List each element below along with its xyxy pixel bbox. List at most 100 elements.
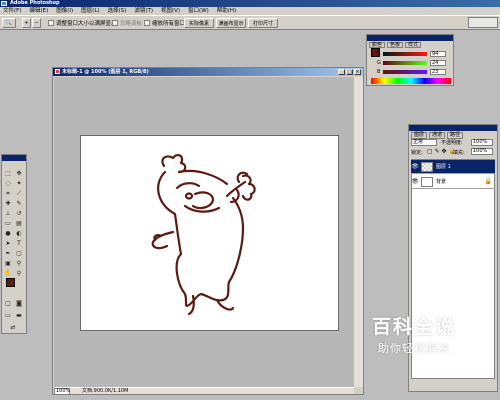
jump-to-imageready-icon[interactable]: ⇄ [8,323,18,332]
gradient-tool-icon[interactable]: ▤ [14,219,24,228]
menu-layer[interactable]: 图层(L) [81,7,99,15]
blue-slider[interactable] [383,70,427,74]
document-title-bar[interactable]: 未标题-1 @ 100% (图层 1, RGB/8) [53,68,363,76]
green-slider[interactable] [383,61,427,65]
menu-edit[interactable]: 编辑(E) [29,7,48,15]
notes-tool-icon[interactable]: ▣ [3,259,13,268]
canvas-workspace [54,77,354,387]
tab-channels[interactable]: 通道 [429,132,446,139]
opacity-field[interactable]: 100% [471,139,493,146]
color-panel-title-bar[interactable] [367,35,453,41]
fit-on-screen-button[interactable]: 满画布显示 [216,18,246,28]
menu-filter[interactable]: 滤镜(T) [134,7,153,15]
tab-paths[interactable]: 路径 [447,132,464,139]
marquee-tool-icon[interactable]: ⬚ [3,169,13,178]
move-tool-icon[interactable]: ✥ [14,169,24,178]
fill-label: 填充: [453,150,465,156]
close-button[interactable]: × [354,69,361,75]
menu-help[interactable]: 帮助(H) [217,7,236,15]
eyedropper-tool-icon[interactable]: ⚲ [14,259,24,268]
lock-icons[interactable]: ▢ ✎ ✥ 🔒 [427,148,456,155]
tab-swatches[interactable]: 色板 [387,42,404,48]
tab-layers[interactable]: 图层 [411,132,428,139]
maximize-button[interactable]: □ [346,69,353,75]
lock-icon: 🔒 [484,178,492,185]
blue-value-field[interactable]: 23 [430,69,446,75]
type-tool-icon[interactable]: T [14,239,24,248]
blue-label: B [377,69,381,75]
layer-row-background[interactable]: 👁 背景 🔒 [411,175,495,189]
crop-tool-icon[interactable]: ⌗ [3,189,13,198]
path-selection-tool-icon[interactable]: ➤ [3,239,13,248]
minimize-button[interactable]: _ [338,69,345,75]
green-slider-row: G 24 [377,60,453,66]
status-bar: 100% 文档:900.0K/1.10M [54,387,354,395]
menu-image[interactable]: 图像(I) [56,7,73,15]
ignore-palettes-label: 忽略调板 [120,21,143,27]
actual-pixels-button[interactable]: 实际像素 [184,18,214,28]
menu-select[interactable]: 选择(S) [108,7,127,15]
eye-icon[interactable]: 👁 [411,163,419,171]
toolbox-title-bar[interactable] [2,155,26,161]
resize-windows-checkbox[interactable] [48,20,54,26]
zoom-out-icon[interactable]: − [32,18,41,28]
toolbox: ⬚ ✥ ◌ ✦ ⌗ ⟋ ✚ ✎ ⊥ ↺ ▭ ▤ ● ◐ ➤ T ✒ ▢ ▣ ⚲ … [1,154,27,334]
green-value-field[interactable]: 24 [430,60,446,66]
history-brush-tool-icon[interactable]: ↺ [14,209,24,218]
watermark-sub-text: 助你轻松解决 [378,342,450,355]
lasso-tool-icon[interactable]: ◌ [3,179,13,188]
standard-mode-icon[interactable]: ▢ [3,299,13,308]
quick-mask-mode-icon[interactable]: ◙ [14,299,24,308]
tab-styles[interactable]: 样式 [405,42,422,48]
fill-field[interactable]: 100% [471,148,493,155]
red-value-field[interactable]: 94 [430,51,446,57]
color-spectrum-bar[interactable] [371,78,451,84]
pen-tool-icon[interactable]: ✒ [3,249,13,258]
watermark-main-text: 百科全说 [371,316,456,338]
red-slider[interactable] [383,52,427,56]
eye-icon[interactable]: 👁 [411,178,419,186]
blend-mode-select[interactable]: 正常 [411,139,437,146]
photoshop-app-icon [1,1,7,6]
layer-thumbnail [421,161,433,172]
image-canvas[interactable] [80,135,339,331]
blur-tool-icon[interactable]: ● [3,229,13,238]
zoom-in-icon[interactable]: + [22,18,31,28]
layers-panel-tabs: 图层 通道 路径 [411,132,464,139]
green-label: G [377,60,381,66]
dodge-tool-icon[interactable]: ◐ [14,229,24,238]
layer-row-1[interactable]: 👁 图层 1 [411,160,495,174]
document-icon [55,69,60,74]
screen-mode-standard-icon[interactable]: ▭ [3,311,13,320]
menu-file[interactable]: 文件(F) [3,7,21,15]
menu-window[interactable]: 窗口(W) [188,7,209,15]
app-title-bar: Adobe Photoshop [0,0,500,7]
hand-tool-icon[interactable]: ✋ [3,269,13,278]
menu-view[interactable]: 视图(V) [161,7,180,15]
print-size-button[interactable]: 打印尺寸 [248,18,278,28]
magic-wand-tool-icon[interactable]: ✦ [14,179,24,188]
zoom-tool-preset-button[interactable]: 🔍 [2,18,16,28]
document-size-info[interactable]: 文档:900.0K/1.10M [82,388,128,395]
healing-brush-tool-icon[interactable]: ✚ [3,199,13,208]
zoom-all-windows-checkbox[interactable] [144,20,150,26]
shape-tool-icon[interactable]: ▢ [14,249,24,258]
red-label: R [377,51,381,57]
screen-mode-full-icon[interactable]: ▬ [14,311,24,320]
layer-name: 图层 1 [436,164,451,170]
clone-stamp-tool-icon[interactable]: ⊥ [3,209,13,218]
cartoon-drawing [151,154,256,316]
resize-windows-label: 调整窗口大小以满屏显示 [56,21,117,27]
eraser-tool-icon[interactable]: ▭ [3,219,13,228]
menu-bar: 文件(F) 编辑(E) 图像(I) 图层(L) 选择(S) 滤镜(T) 视图(V… [0,7,500,15]
zoom-tool-icon[interactable]: ⚲ [14,269,24,278]
watermark: 百科全说 助你轻松解决 [344,312,484,372]
layer-thumbnail [421,176,433,187]
layers-panel-title-bar[interactable] [409,125,497,131]
brush-tool-icon[interactable]: ✎ [14,199,24,208]
zoom-level-field[interactable]: 100% [54,388,70,395]
palette-well[interactable] [468,17,498,28]
slice-tool-icon[interactable]: ⟋ [14,189,24,198]
ignore-palettes-checkbox[interactable] [112,20,118,26]
foreground-color-swatch[interactable] [6,278,15,287]
